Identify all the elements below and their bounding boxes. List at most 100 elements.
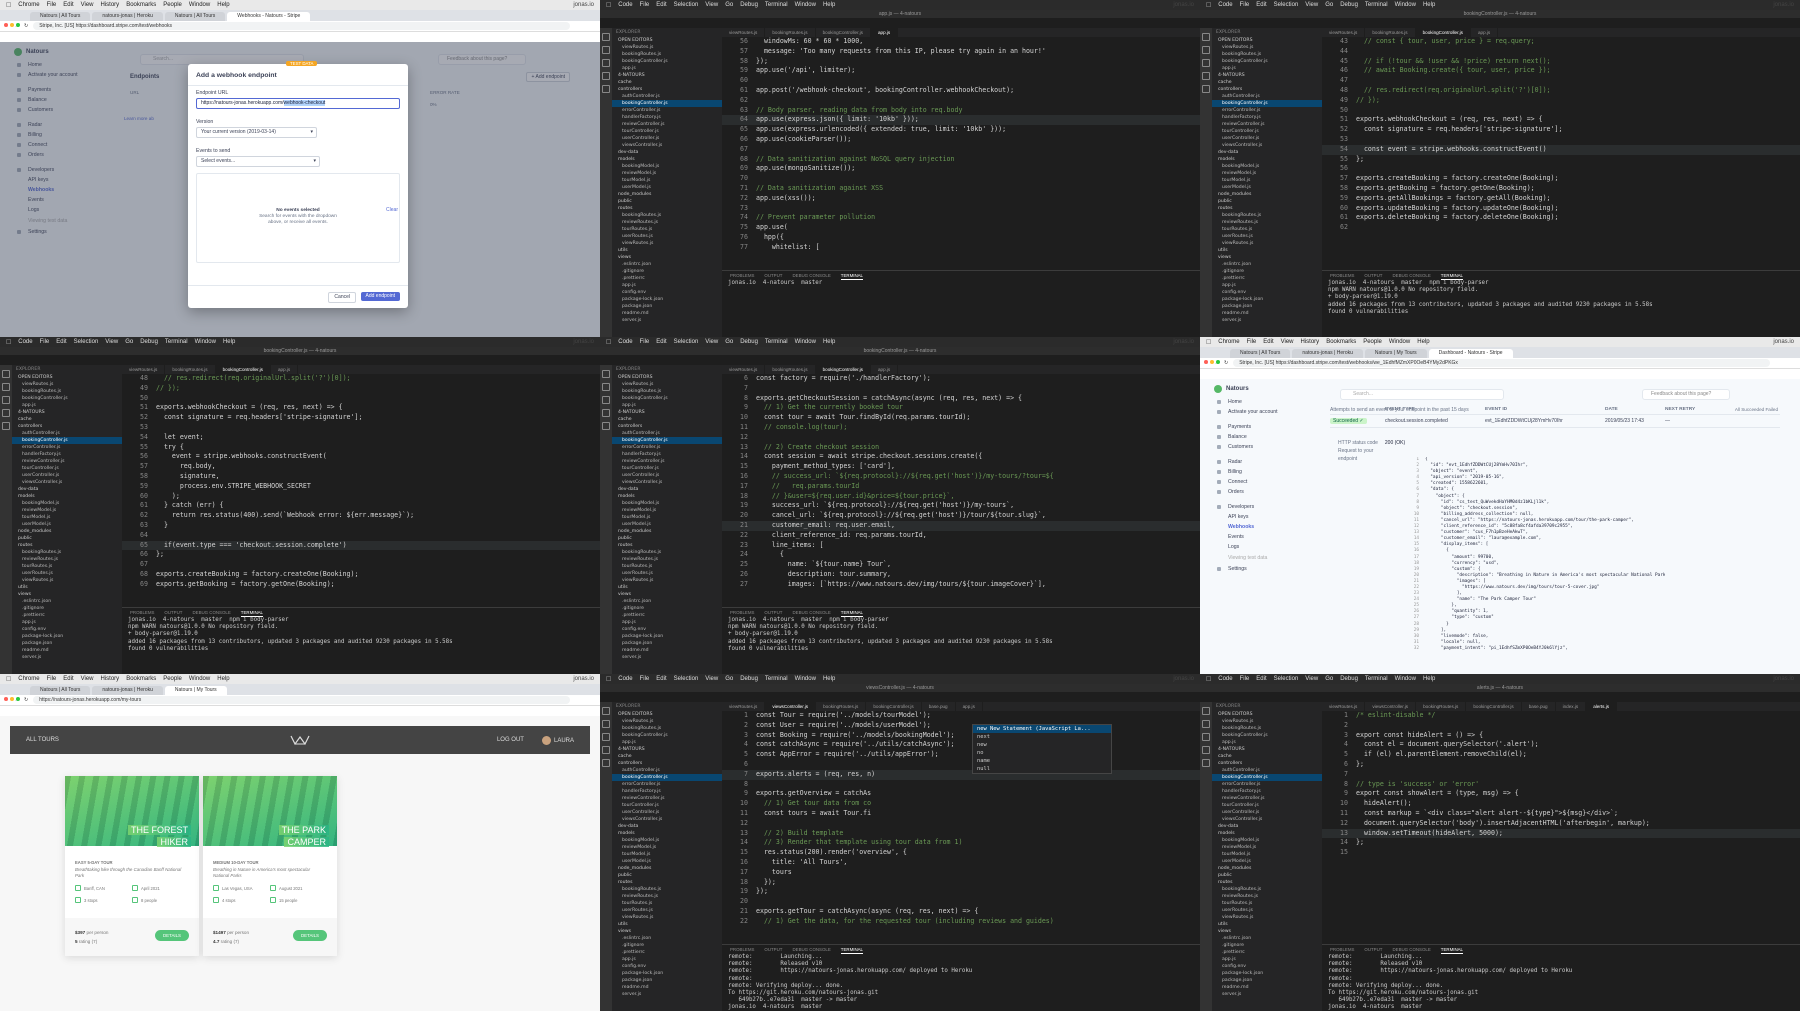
browser-tab[interactable]: Natours | All Tours xyxy=(30,686,91,695)
explorer-item[interactable]: reviewModel.js xyxy=(612,507,722,514)
reload-icon[interactable]: ↻ xyxy=(1224,360,1228,366)
menu-item[interactable]: Help xyxy=(1423,2,1435,8)
explorer-item[interactable]: dev-data xyxy=(612,823,722,830)
panel-tab[interactable]: DEBUG CONSOLE xyxy=(192,608,230,617)
menu-item[interactable]: Debug xyxy=(740,676,758,682)
panel-tab[interactable]: DEBUG CONSOLE xyxy=(792,945,830,954)
explorer-item[interactable]: public xyxy=(612,535,722,542)
explorer-icon[interactable] xyxy=(1202,33,1210,41)
explorer-item[interactable]: bookingController.js xyxy=(612,100,722,107)
menu-item[interactable]: Edit xyxy=(56,339,66,345)
autocomplete-item[interactable]: new xyxy=(973,741,1111,749)
menu-item[interactable]: Selection xyxy=(74,339,99,345)
explorer-item[interactable]: handlerFactory.js xyxy=(612,451,722,458)
explorer-item[interactable]: package-lock.json xyxy=(12,633,122,640)
editor-tab[interactable]: bookingController.js xyxy=(215,365,271,374)
explorer-item[interactable]: bookingModel.js xyxy=(1212,837,1322,844)
menu-chrome[interactable]: Chrome xyxy=(18,2,39,8)
panel-tab[interactable]: OUTPUT xyxy=(1364,945,1382,954)
address-bar[interactable]: https://natours-jonas.herokuapp.com/my-t… xyxy=(33,696,570,704)
explorer-item[interactable]: authController.js xyxy=(1212,93,1322,100)
explorer-item[interactable]: bookingController.js xyxy=(612,58,722,65)
explorer-item[interactable]: .gitignore xyxy=(612,942,722,949)
debug-icon[interactable] xyxy=(602,72,610,80)
explorer-item[interactable]: models xyxy=(12,493,122,500)
editor-tab[interactable]: bookingController.js xyxy=(1415,28,1471,37)
explorer-item[interactable]: bookingRoutes.js xyxy=(1212,725,1322,732)
explorer-item[interactable]: 4-NATOURS xyxy=(1212,72,1322,79)
code-editor[interactable]: 56 windowMs: 60 * 60 * 1000, 57 message: … xyxy=(722,37,1200,271)
browser-tab[interactable]: Natours | All Tours xyxy=(164,12,226,21)
menu-file[interactable]: File xyxy=(47,676,57,682)
code-editor[interactable]: 6 const factory = require('./handlerFacto… xyxy=(722,374,1200,608)
explorer-item[interactable]: reviewController.js xyxy=(612,121,722,128)
explorer-item[interactable]: bookingModel.js xyxy=(612,500,722,507)
editor-tab[interactable]: alerts.js xyxy=(1586,702,1618,711)
editor-tab[interactable]: viewRoutes.js xyxy=(722,365,766,374)
explorer-item[interactable]: dev-data xyxy=(612,486,722,493)
editor-tab[interactable]: app.js xyxy=(956,702,983,711)
menu-item[interactable]: Edit xyxy=(1256,2,1266,8)
explorer-item[interactable]: config.env xyxy=(12,626,122,633)
explorer-item[interactable]: authController.js xyxy=(612,767,722,774)
menu-item[interactable]: View xyxy=(705,2,718,8)
explorer-item[interactable]: models xyxy=(612,493,722,500)
explorer-item[interactable]: tourModel.js xyxy=(1212,851,1322,858)
terminal-panel[interactable]: PROBLEMS OUTPUT DEBUG CONSOLE TERMINAL jonas… xyxy=(722,607,1200,674)
explorer-item[interactable]: userModel.js xyxy=(612,521,722,528)
explorer-item[interactable]: reviewController.js xyxy=(1212,121,1322,128)
explorer-icon[interactable] xyxy=(602,370,610,378)
address-bar[interactable]: Stripe, Inc. [US] https://dashboard.stri… xyxy=(1233,359,1770,367)
explorer-item[interactable]: bookingRoutes.js xyxy=(12,388,122,395)
menu-item[interactable]: Terminal xyxy=(765,339,788,345)
menu-item[interactable]: Code xyxy=(618,676,632,682)
panel-tab[interactable]: DEBUG CONSOLE xyxy=(1392,271,1430,280)
explorer-item[interactable]: tourRoutes.js xyxy=(612,226,722,233)
events-select[interactable]: Select events... xyxy=(196,156,320,167)
explorer-item[interactable]: errorController.js xyxy=(1212,781,1322,788)
explorer-item[interactable]: .gitignore xyxy=(1212,268,1322,275)
all-tours-link[interactable]: ALL TOURS xyxy=(26,737,59,743)
editor-tab[interactable]: viewRoutes.js xyxy=(722,702,766,711)
reload-icon[interactable]: ↻ xyxy=(24,23,28,29)
explorer-item[interactable]: bookingController.js xyxy=(1212,100,1322,107)
explorer-item[interactable]: utils xyxy=(12,584,122,591)
editor-tab[interactable]: index.js xyxy=(1556,702,1587,711)
menu-view[interactable]: View xyxy=(1281,339,1294,345)
nav-orders[interactable]: Orders xyxy=(1200,487,1310,497)
menu-item[interactable]: File xyxy=(40,339,50,345)
explorer-item[interactable]: tourModel.js xyxy=(1212,177,1322,184)
explorer-item[interactable]: routes xyxy=(612,205,722,212)
explorer-item[interactable]: server.js xyxy=(612,991,722,998)
explorer-item[interactable]: controllers xyxy=(1212,760,1322,767)
explorer-item[interactable]: userRoutes.js xyxy=(612,907,722,914)
explorer-item[interactable]: handlerFactory.js xyxy=(612,114,722,121)
maximize-window-icon[interactable] xyxy=(16,697,20,701)
explorer-item[interactable]: config.env xyxy=(612,626,722,633)
explorer-item[interactable]: reviewController.js xyxy=(612,458,722,465)
menu-window[interactable]: Window xyxy=(1389,339,1410,345)
editor-tab[interactable]: viewsController.js xyxy=(765,702,817,711)
menu-item[interactable]: Debug xyxy=(1340,2,1358,8)
explorer-item[interactable]: userRoutes.js xyxy=(612,570,722,577)
extensions-icon[interactable] xyxy=(1202,85,1210,93)
reload-icon[interactable]: ↻ xyxy=(24,697,28,703)
explorer-item[interactable]: bookingController.js xyxy=(612,732,722,739)
menu-people[interactable]: People xyxy=(163,676,182,682)
explorer-item[interactable]: userModel.js xyxy=(612,184,722,191)
explorer-item[interactable]: .gitignore xyxy=(1212,942,1322,949)
explorer-item[interactable]: reviewRoutes.js xyxy=(1212,219,1322,226)
menu-item[interactable]: View xyxy=(105,339,118,345)
explorer-item[interactable]: routes xyxy=(612,879,722,886)
table-row[interactable]: Succeeded ✓ checkout.session.completed e… xyxy=(1330,415,1780,428)
explorer-item[interactable]: authController.js xyxy=(612,430,722,437)
explorer-item[interactable]: config.env xyxy=(612,963,722,970)
explorer-item[interactable]: tourRoutes.js xyxy=(612,900,722,907)
explorer-item[interactable]: dev-data xyxy=(1212,149,1322,156)
autocomplete-item[interactable]: new New Statement (JavaScript La... xyxy=(973,725,1111,733)
explorer-item[interactable]: authController.js xyxy=(12,430,122,437)
browser-tab[interactable]: Natours | My Tours xyxy=(1364,349,1427,358)
address-bar[interactable]: Stripe, Inc. [US] https://dashboard.stri… xyxy=(33,22,570,30)
explorer-item[interactable]: models xyxy=(1212,830,1322,837)
explorer-item[interactable]: reviewRoutes.js xyxy=(612,893,722,900)
